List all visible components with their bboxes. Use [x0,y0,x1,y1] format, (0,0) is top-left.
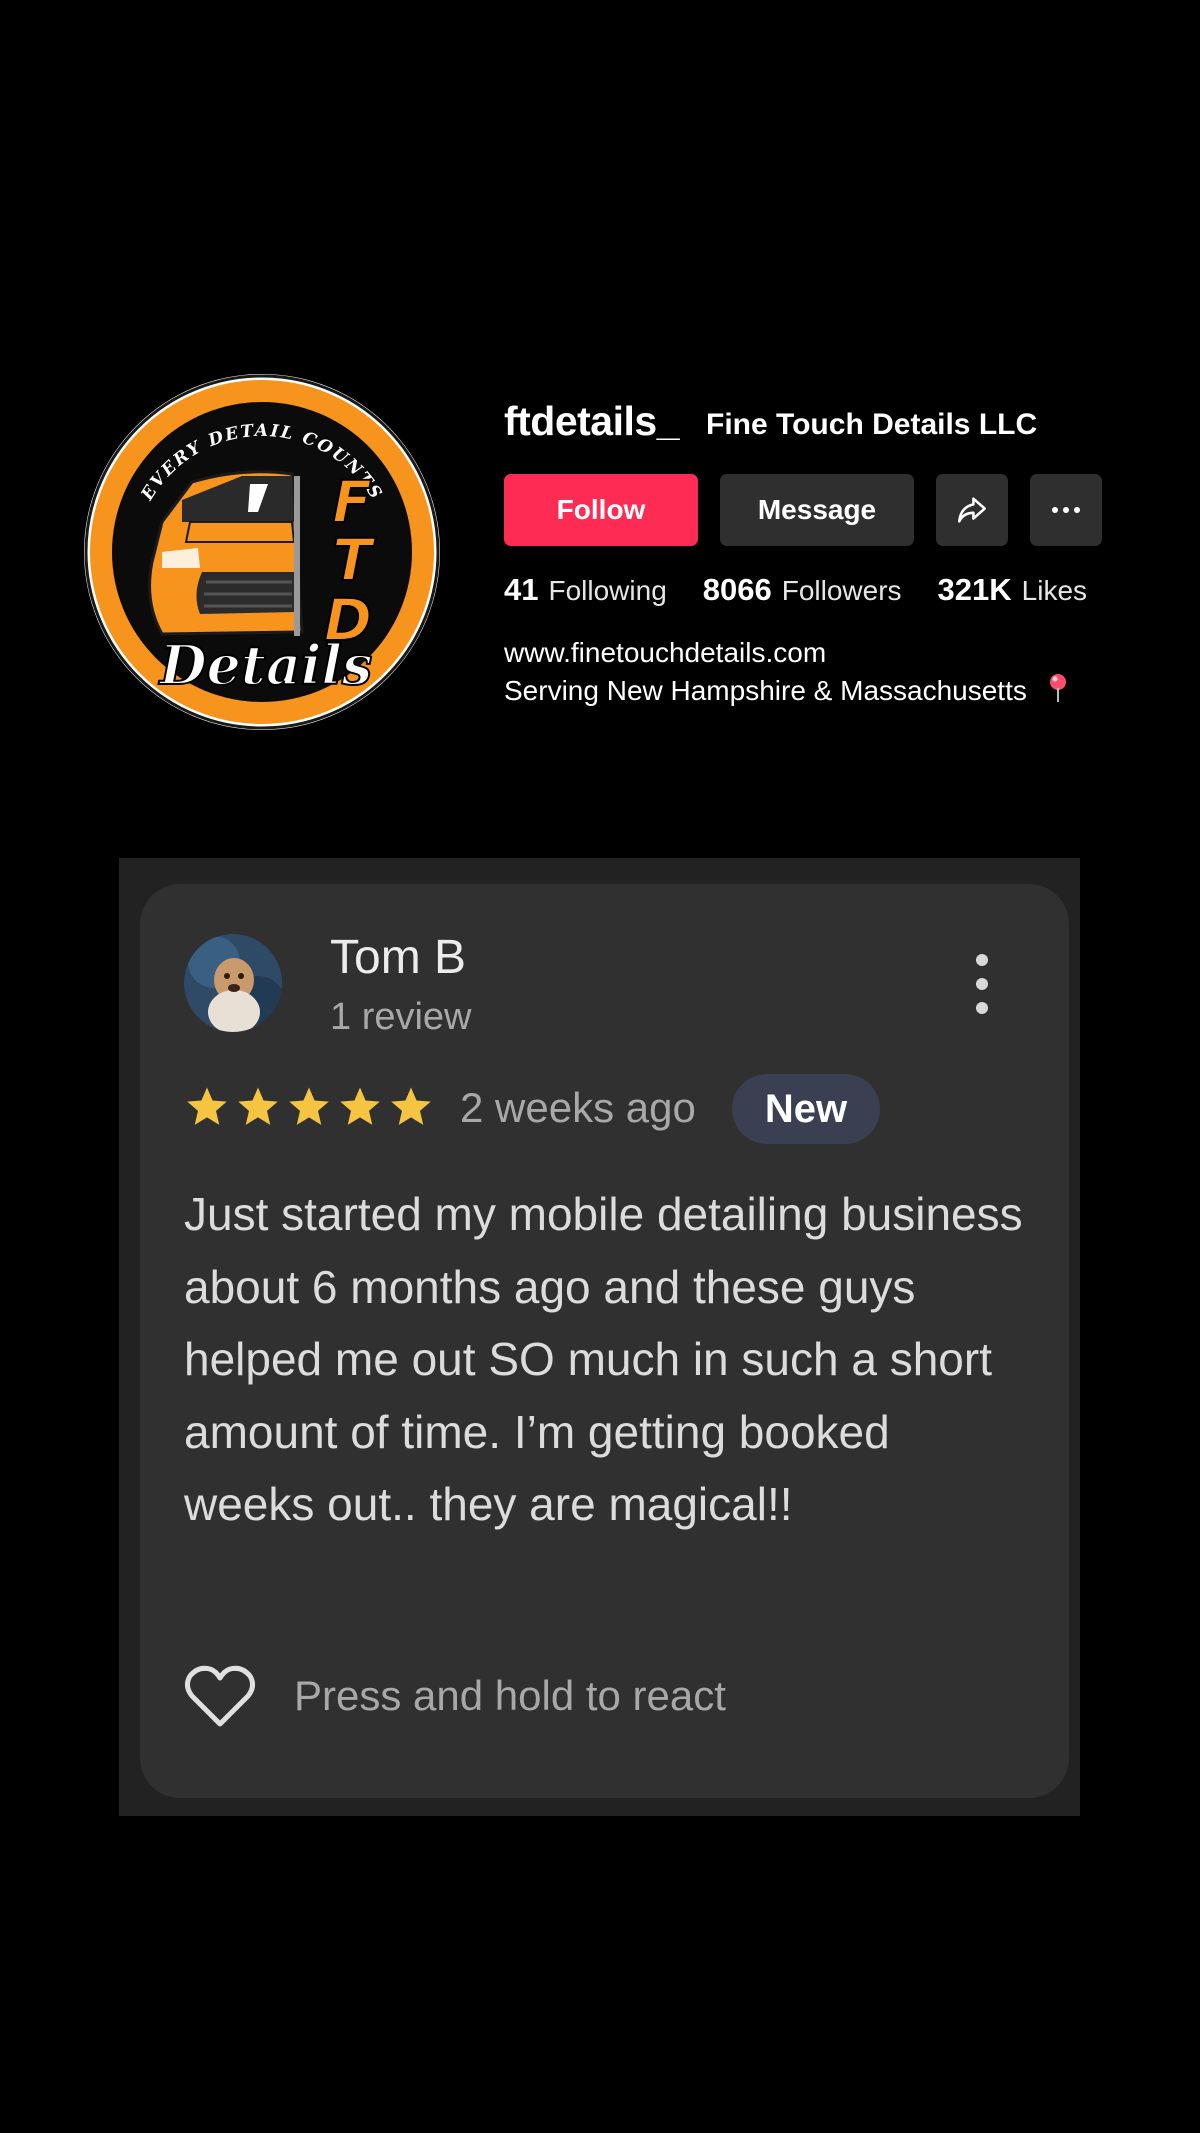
profile-username: ftdetails_ [504,398,680,444]
review-body-text: Just started my mobile detailing busines… [184,1188,1023,1530]
logo-script-text: Details [158,633,373,697]
stat-label: Followers [781,575,902,606]
heart-icon[interactable] [184,1664,256,1728]
star-icon [289,1087,329,1125]
star-icon [391,1087,431,1125]
ftd-logo: EVERY DETAIL COUNTS F T D Details [84,374,440,730]
reviewer-name[interactable]: Tom B [330,930,466,985]
new-badge: New [732,1074,880,1144]
share-arrow-icon [957,497,987,523]
stat-value: 41 [504,572,539,607]
review-more-options-icon[interactable] [960,948,1004,1020]
logo-letter-t: T [332,526,376,594]
bio-website-link[interactable]: www.finetouchdetails.com [504,634,1069,672]
ellipsis-icon [1052,507,1080,513]
more-options-button[interactable] [1030,474,1102,546]
reviewer-avatar[interactable] [184,934,282,1032]
stat-following[interactable]: 41 Following [504,572,667,608]
star-rating [184,1084,439,1130]
react-hint-text: Press and hold to react [294,1672,726,1719]
stat-followers[interactable]: 8066 Followers [703,572,902,608]
profile-avatar[interactable]: EVERY DETAIL COUNTS F T D Details [82,372,442,732]
message-button[interactable]: Message [720,474,914,546]
profile-stats: 41 Following 8066 Followers 321K Likes [504,572,1123,608]
profile-display-name: Fine Touch Details LLC [706,408,1038,441]
stat-label: Following [548,575,667,606]
follow-button[interactable]: Follow [504,474,698,546]
star-icon [340,1087,380,1125]
profile-bio: www.finetouchdetails.com Serving New Ham… [504,634,1069,713]
bio-location-text: Serving New Hampshire & Massachusetts [504,675,1027,706]
reviewer-review-count: 1 review [330,996,472,1038]
stat-label: Likes [1021,575,1088,606]
review-time-ago: 2 weeks ago [460,1084,696,1131]
stat-value: 321K [937,572,1012,607]
stat-likes: 321K Likes [938,572,1087,608]
share-button[interactable] [936,474,1008,546]
map-pin-icon [1047,673,1069,713]
star-icon [238,1087,278,1125]
star-icon [187,1087,227,1125]
bio-location-line: Serving New Hampshire & Massachusetts [504,672,1069,713]
stat-value: 8066 [702,572,772,607]
